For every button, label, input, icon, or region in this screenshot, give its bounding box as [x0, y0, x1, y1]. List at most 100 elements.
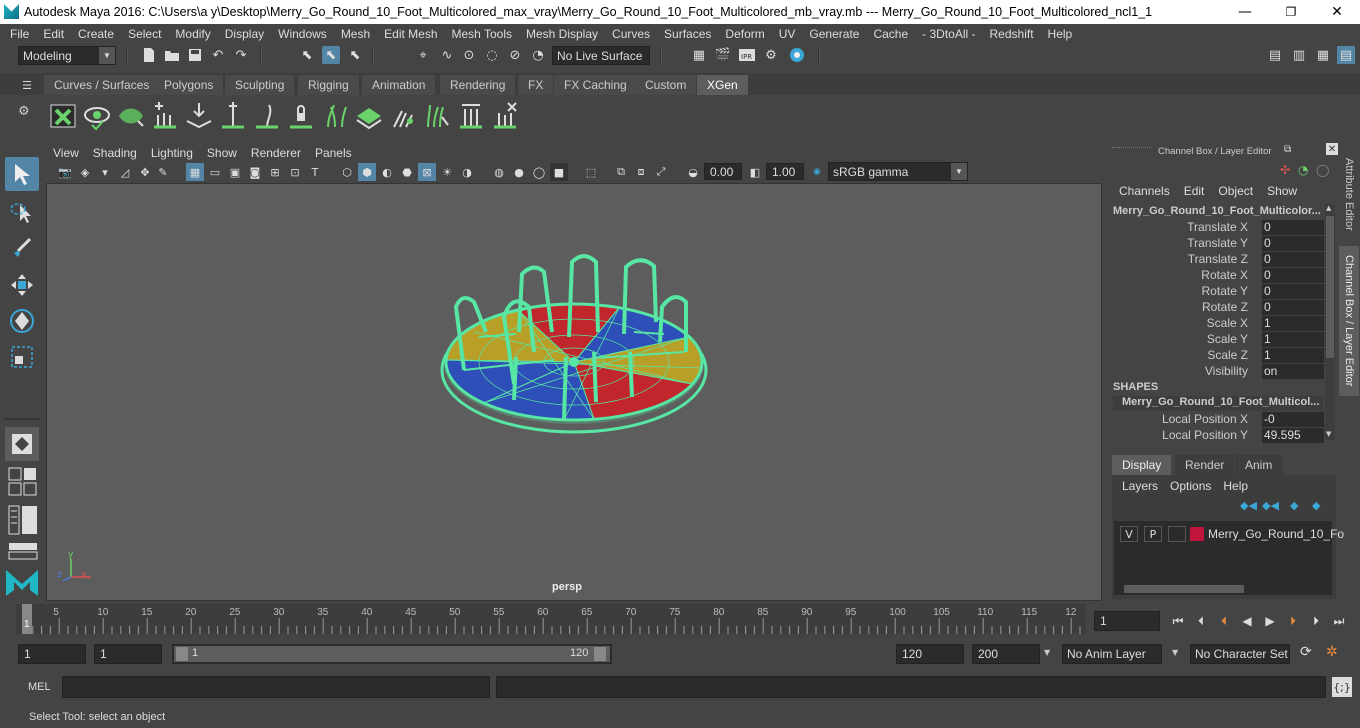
anim-prefs-icon[interactable]: ✲	[1326, 644, 1338, 660]
perspective-viewport[interactable]: y x z persp	[46, 183, 1102, 601]
menu-file[interactable]: File	[3, 27, 36, 41]
attr-row-translate-y[interactable]: Translate Y 0	[1112, 236, 1326, 252]
groom-grid-icon[interactable]	[354, 101, 384, 131]
exposure-field[interactable]: 0.00	[704, 163, 742, 180]
attr-row-local-position-y[interactable]: Local Position Y 49.595	[1112, 428, 1326, 444]
layer-tab-render[interactable]: Render	[1175, 455, 1235, 475]
attr-row-local-position-x[interactable]: Local Position X -0	[1112, 412, 1326, 428]
grass-icon[interactable]	[320, 101, 350, 131]
cut-strands-icon[interactable]	[456, 101, 486, 131]
leaf-descriptor-icon[interactable]	[116, 101, 146, 131]
outliner-layout-icon[interactable]	[8, 505, 38, 535]
scrollbar-thumb[interactable]	[1124, 585, 1244, 593]
menu-edit[interactable]: Edit	[36, 27, 71, 41]
four-view-layout-icon[interactable]	[8, 467, 38, 497]
ipr-render-icon[interactable]: IPR	[738, 46, 756, 64]
menu-select[interactable]: Select	[121, 27, 168, 41]
time-slider[interactable]: 5 10 15 20 25 30 35 40 45 50 55 60 65 70 75 80 85 90 95 100…	[16, 604, 1086, 634]
lasso-tool-icon[interactable]	[5, 196, 39, 230]
range-slider[interactable]: 1 120	[172, 644, 612, 664]
move-layer-down-icon[interactable]: ◆◀	[1262, 499, 1279, 512]
move-tool-icon[interactable]	[5, 268, 39, 302]
attr-value[interactable]: 1	[1262, 348, 1324, 363]
menu-3dtoall[interactable]: - 3DtoAll -	[915, 27, 982, 41]
manipulator-icon[interactable]: ✣	[1280, 163, 1290, 177]
cb-menu-show[interactable]: Show	[1260, 184, 1304, 198]
menu-windows[interactable]: Windows	[271, 27, 334, 41]
lights-icon[interactable]: ☀	[438, 163, 456, 181]
ambient-occlusion-icon[interactable]: ◍	[490, 163, 508, 181]
color-space-dropdown[interactable]: sRGB gamma ▼	[828, 162, 968, 181]
attribute-editor-tab[interactable]: Attribute Editor	[1339, 150, 1359, 238]
attr-value[interactable]: 49.595	[1262, 428, 1324, 443]
menu-help[interactable]: Help	[1041, 27, 1080, 41]
snap-surface-icon[interactable]: ⊘	[506, 46, 524, 64]
single-view-layout-icon[interactable]	[5, 427, 39, 461]
shelf-tab-polygons[interactable]: Polygons	[154, 75, 225, 95]
panel-menu-shading[interactable]: Shading	[86, 146, 144, 160]
playback-end-field[interactable]: 120	[896, 644, 964, 664]
xray-active-icon[interactable]: ⧈	[632, 163, 650, 181]
menu-surfaces[interactable]: Surfaces	[657, 27, 718, 41]
resolution-gate-icon[interactable]: ▣	[226, 163, 244, 181]
shelf-tab-rendering[interactable]: Rendering	[440, 75, 517, 95]
step-forward-frame-icon[interactable]: ⏵	[1308, 613, 1324, 629]
play-backwards-icon[interactable]: ◀	[1239, 613, 1255, 629]
mode-dropdown[interactable]: Modeling ▼	[18, 46, 116, 65]
layer-tab-display[interactable]: Display	[1112, 455, 1172, 475]
render-view-icon[interactable]: ▦	[690, 46, 708, 64]
attr-value[interactable]: 0	[1262, 252, 1324, 267]
panel-menu-lighting[interactable]: Lighting	[144, 146, 200, 160]
step-back-frame-icon[interactable]: ⏴	[1193, 613, 1209, 629]
snap-view-icon[interactable]: ◌	[483, 46, 501, 64]
snap-curve-icon[interactable]: ∿	[438, 46, 456, 64]
scroll-down-icon[interactable]: ▼	[1326, 430, 1331, 438]
safe-title-icon[interactable]: T	[306, 163, 324, 181]
field-chart-icon[interactable]: ⊞	[266, 163, 284, 181]
cb-menu-edit[interactable]: Edit	[1177, 184, 1212, 198]
layer-visibility-toggle[interactable]: V	[1120, 526, 1138, 542]
sculpt-guides-icon[interactable]	[184, 101, 214, 131]
shelf-tab-animation[interactable]: Animation	[362, 75, 437, 95]
panel-menu-show[interactable]: Show	[200, 146, 244, 160]
end-time-field[interactable]: 200	[972, 644, 1040, 664]
delete-guides-icon[interactable]	[490, 101, 520, 131]
attr-value[interactable]: 0	[1262, 236, 1324, 251]
layer-row[interactable]: V P Merry_Go_Round_10_Fo	[1118, 525, 1344, 543]
move-layer-up-icon[interactable]: ◆◀	[1240, 499, 1257, 512]
layer-menu-options[interactable]: Options	[1164, 479, 1217, 493]
wireframe-icon[interactable]: ⬡	[338, 163, 356, 181]
smooth-shade-icon[interactable]: ⬢	[358, 163, 376, 181]
attr-value[interactable]: 1	[1262, 316, 1324, 331]
auto-key-icon[interactable]: ⟳	[1300, 644, 1312, 660]
layer-name[interactable]: Merry_Go_Round_10_Fo	[1208, 527, 1344, 541]
live-surface-field[interactable]: No Live Surface	[552, 46, 650, 65]
menu-mesh-tools[interactable]: Mesh Tools	[445, 27, 519, 41]
layout-icon[interactable]: ▦	[1314, 46, 1332, 64]
attr-row-scale-z[interactable]: Scale Z 1	[1112, 348, 1326, 364]
preview-eye-icon[interactable]	[82, 101, 112, 131]
float-panel-icon[interactable]: ⧉	[1284, 144, 1291, 155]
hyper-icon[interactable]: ◯	[1316, 163, 1329, 177]
speed-icon[interactable]: ◔	[1298, 163, 1308, 177]
channel-box-scrollbar[interactable]: ▲ ▼	[1325, 204, 1335, 440]
attr-row-visibility[interactable]: Visibility on	[1112, 364, 1326, 380]
menu-cache[interactable]: Cache	[866, 27, 915, 41]
new-layer-selected-icon[interactable]: ◆	[1312, 499, 1320, 512]
select-component-icon[interactable]: ⬉	[346, 46, 364, 64]
character-set-dropdown[interactable]: No Character Set	[1190, 644, 1290, 664]
panel-menu-view[interactable]: View	[46, 146, 86, 160]
character-set-chevron-icon[interactable]: ▼	[1172, 648, 1178, 657]
workspace-icon[interactable]: ▤	[1266, 46, 1284, 64]
channel-box-tab[interactable]: Channel Box / Layer Editor	[1339, 246, 1359, 396]
xray-joints-icon[interactable]: ⧉	[612, 163, 630, 181]
range-end-handle[interactable]	[594, 647, 606, 661]
anim-layer-dropdown[interactable]: No Anim Layer	[1062, 644, 1162, 664]
mel-label[interactable]: MEL	[28, 681, 51, 693]
frame-all-icon[interactable]: ⤢	[652, 163, 670, 181]
grip-handle[interactable]	[1112, 147, 1152, 153]
shelf-tab-sculpting[interactable]: Sculpting	[225, 75, 296, 95]
textured-icon[interactable]: ⬣	[398, 163, 416, 181]
render-frame-icon[interactable]: 🎬	[714, 46, 732, 64]
film-gate-icon[interactable]: ▭	[206, 163, 224, 181]
